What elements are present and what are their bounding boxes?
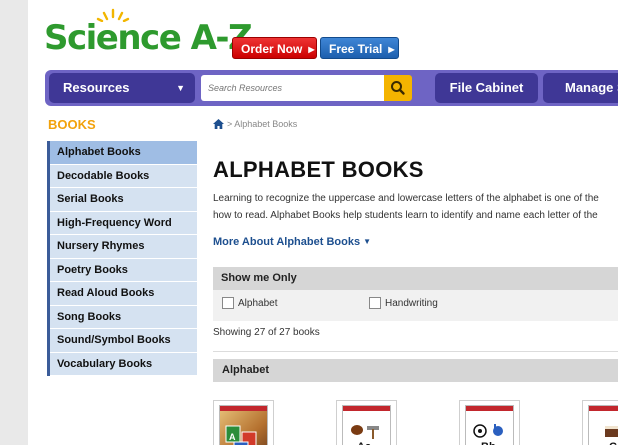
sidebar-item-sound-symbol-books[interactable]: Sound/Symbol Books bbox=[50, 329, 197, 353]
alphabet-checkbox[interactable] bbox=[222, 297, 234, 309]
filter-option-alphabet[interactable]: Alphabet bbox=[222, 297, 277, 309]
book-thumbnail[interactable]: C bbox=[582, 400, 618, 445]
manage-button[interactable]: Manage S bbox=[543, 73, 618, 103]
free-trial-button[interactable]: Free Trial ▶ bbox=[320, 37, 399, 59]
home-icon[interactable] bbox=[213, 119, 224, 129]
book-letters: Bb bbox=[481, 441, 496, 445]
page: Science A-Z Order Now ▶ Free Trial ▶ Resou… bbox=[28, 0, 618, 445]
file-cabinet-button[interactable]: File Cabinet bbox=[435, 73, 538, 103]
filter-header: Show me Only bbox=[213, 267, 618, 290]
order-now-button[interactable]: Order Now ▶ bbox=[232, 37, 317, 59]
cover-banner bbox=[343, 406, 390, 411]
search-button[interactable] bbox=[384, 75, 412, 101]
alphabet-checkbox-label: Alphabet bbox=[238, 298, 278, 309]
sidebar-item-decodable-books[interactable]: Decodable Books bbox=[50, 164, 197, 188]
resources-menu-button[interactable]: Resources ▼ bbox=[49, 73, 195, 103]
book-letters: Aa bbox=[357, 441, 371, 445]
arrow-right-icon: ▶ bbox=[308, 44, 315, 54]
book-cover: Aa bbox=[342, 405, 391, 445]
arrow-right-icon: ▶ bbox=[388, 44, 395, 54]
intro-line-2: how to read. Alphabet Books help student… bbox=[213, 210, 598, 221]
divider bbox=[213, 351, 618, 352]
caret-down-icon: ▼ bbox=[176, 83, 185, 93]
cover-banner bbox=[589, 406, 618, 411]
sidebar-item-song-books[interactable]: Song Books bbox=[50, 305, 197, 329]
sidebar-item-alphabet-books[interactable]: Alphabet Books bbox=[50, 141, 197, 165]
results-count: Showing 27 of 27 books bbox=[213, 327, 320, 338]
sidebar-heading: BOOKS bbox=[48, 117, 96, 132]
filter-panel: Show me Only Alphabet Handwriting bbox=[213, 267, 618, 321]
sidebar-item-high-frequency-word[interactable]: High-Frequency Word bbox=[50, 211, 197, 235]
page-title: ALPHABET BOOKS bbox=[213, 157, 424, 182]
handwriting-checkbox[interactable] bbox=[369, 297, 381, 309]
book-thumbnail[interactable]: A bbox=[213, 400, 274, 445]
sidebar-item-serial-books[interactable]: Serial Books bbox=[50, 188, 197, 212]
book-letters: A bbox=[229, 432, 236, 442]
more-about-link[interactable]: More About Alphabet Books ▼ bbox=[213, 236, 371, 248]
book-letters: C bbox=[609, 441, 617, 445]
main-nav-bar: Resources ▼ File Cabinet Manage S bbox=[45, 70, 618, 106]
book-cover: A bbox=[219, 405, 268, 445]
logo-text: Science A-Z bbox=[44, 18, 253, 58]
sidebar-item-read-aloud-books[interactable]: Read Aloud Books bbox=[50, 282, 197, 306]
book-cover: C bbox=[588, 405, 618, 445]
intro-line-1: Learning to recognize the uppercase and … bbox=[213, 193, 599, 204]
cover-banner bbox=[220, 406, 267, 411]
book-thumbnail[interactable]: Aa bbox=[336, 400, 397, 445]
more-about-label: More About Alphabet Books bbox=[213, 236, 361, 248]
filter-option-handwriting[interactable]: Handwriting bbox=[369, 297, 438, 309]
book-cover-art bbox=[225, 425, 257, 445]
sidebar-item-poetry-books[interactable]: Poetry Books bbox=[50, 258, 197, 282]
free-trial-label: Free Trial bbox=[329, 42, 383, 56]
handwriting-checkbox-label: Handwriting bbox=[385, 298, 438, 309]
breadcrumb: > Alphabet Books bbox=[213, 119, 297, 129]
order-now-label: Order Now bbox=[241, 42, 303, 56]
search-input[interactable] bbox=[201, 75, 385, 101]
resources-label: Resources bbox=[63, 80, 130, 95]
book-cover: Bb bbox=[465, 405, 514, 445]
sidebar-item-vocabulary-books[interactable]: Vocabulary Books bbox=[50, 352, 197, 376]
sidebar-nav: Alphabet Books Decodable Books Serial Bo… bbox=[47, 141, 197, 376]
book-thumbnail[interactable]: Bb bbox=[459, 400, 520, 445]
sidebar-item-nursery-rhymes[interactable]: Nursery Rhymes bbox=[50, 235, 197, 259]
magnifier-icon bbox=[391, 81, 405, 95]
caret-down-icon: ▼ bbox=[363, 237, 371, 246]
intro-text: Learning to recognize the uppercase and … bbox=[213, 190, 618, 224]
breadcrumb-current: Alphabet Books bbox=[234, 119, 298, 129]
cover-banner bbox=[466, 406, 513, 411]
section-header-alphabet: Alphabet bbox=[213, 359, 618, 382]
